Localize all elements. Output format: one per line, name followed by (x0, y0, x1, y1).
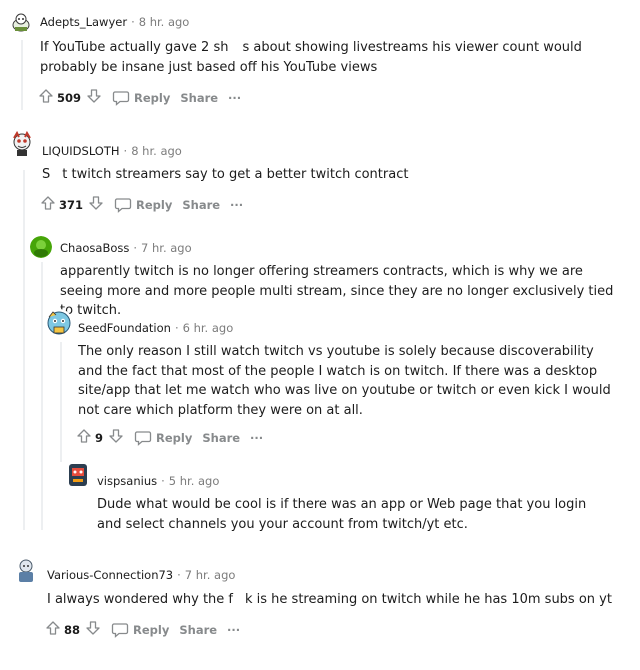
comment-body: apparently twitch is no longer offering … (60, 264, 614, 318)
separator: · (123, 144, 128, 158)
separator: · (177, 568, 181, 582)
downvote-icon[interactable] (108, 428, 124, 447)
reply-icon (114, 197, 132, 213)
more-options-icon[interactable]: ··· (228, 91, 241, 105)
comment-author[interactable]: ChaosaBoss (60, 241, 129, 255)
comment-time[interactable]: 8 hr. ago (131, 144, 182, 158)
comment-text: S (42, 167, 51, 182)
reply-button[interactable]: Reply (111, 622, 169, 638)
share-button[interactable]: Share (182, 198, 220, 212)
share-label: Share (180, 90, 219, 105)
vote-count: 9 (95, 430, 104, 445)
separator: · (161, 474, 165, 488)
comment-time[interactable]: 5 hr. ago (169, 474, 220, 488)
share-button[interactable]: Share (179, 623, 217, 637)
more-options-icon[interactable]: ··· (227, 623, 240, 637)
comment-time[interactable]: 7 hr. ago (141, 241, 192, 255)
vote-count: 509 (57, 90, 82, 105)
comment-body: I always wondered why the f k is he strea… (47, 590, 617, 610)
downvote-icon[interactable] (85, 620, 101, 639)
comment-body: Dude what would be cool is if there was … (97, 497, 587, 532)
upvote-icon[interactable] (45, 620, 61, 639)
avatar[interactable] (12, 556, 40, 586)
reply-button[interactable]: Reply (114, 197, 172, 213)
comment-time[interactable]: 7 hr. ago (185, 568, 236, 582)
upvote-icon[interactable] (76, 428, 92, 447)
comment-body: If YouTube actually gave 2 sh s about sho… (40, 38, 620, 77)
reply-label: Reply (134, 90, 171, 105)
vote-count: 88 (64, 622, 81, 637)
share-label: Share (182, 197, 221, 212)
comment-text: t twitch streamers say to get a better t… (62, 167, 409, 182)
thread-line[interactable] (60, 342, 62, 462)
separator: · (131, 15, 135, 29)
reply-button[interactable]: Reply (112, 90, 170, 106)
comment-author[interactable]: Various-Connection73 (47, 568, 173, 582)
avatar[interactable] (30, 236, 52, 258)
reply-button[interactable]: Reply (134, 430, 192, 446)
comment-text: k is he streaming on twitch while he has… (245, 592, 612, 607)
reply-icon (134, 430, 152, 446)
more-options-icon[interactable]: ··· (250, 431, 263, 445)
more-options-icon[interactable]: ··· (230, 198, 243, 212)
comment-body: St twitch streamers say to get a better … (42, 165, 612, 185)
comment-body: The only reason I still watch twitch vs … (78, 344, 611, 418)
thread-line[interactable] (23, 170, 25, 530)
separator: · (133, 241, 138, 255)
comment-time[interactable]: 6 hr. ago (183, 321, 234, 335)
reply-label: Reply (133, 622, 170, 637)
avatar[interactable] (9, 10, 33, 34)
comment-time[interactable]: 8 hr. ago (139, 15, 190, 29)
separator: · (174, 321, 179, 335)
thread-line[interactable] (21, 40, 23, 110)
upvote-icon[interactable] (40, 195, 56, 214)
avatar[interactable] (64, 460, 92, 490)
share-label: Share (179, 622, 218, 637)
downvote-icon[interactable] (88, 195, 104, 214)
reply-label: Reply (156, 430, 193, 445)
reply-label: Reply (136, 197, 173, 212)
reply-icon (112, 90, 130, 106)
comment-author[interactable]: vispsanius (97, 474, 157, 488)
upvote-icon[interactable] (38, 88, 54, 107)
share-button[interactable]: Share (202, 431, 240, 445)
avatar[interactable] (45, 309, 73, 337)
comment-author[interactable]: Adepts_Lawyer (40, 15, 127, 29)
comment-text: I always wondered why the f (47, 592, 233, 607)
share-button[interactable]: Share (180, 91, 218, 105)
comment-author[interactable]: LIQUIDSLOTH (42, 144, 120, 158)
comment-author[interactable]: SeedFoundation (78, 321, 171, 335)
vote-count: 371 (59, 197, 84, 212)
avatar[interactable] (8, 130, 36, 158)
reply-icon (111, 622, 129, 638)
comment-text: If YouTube actually gave 2 sh (40, 40, 229, 55)
downvote-icon[interactable] (86, 88, 102, 107)
thread-line[interactable] (41, 262, 43, 530)
share-label: Share (202, 430, 241, 445)
